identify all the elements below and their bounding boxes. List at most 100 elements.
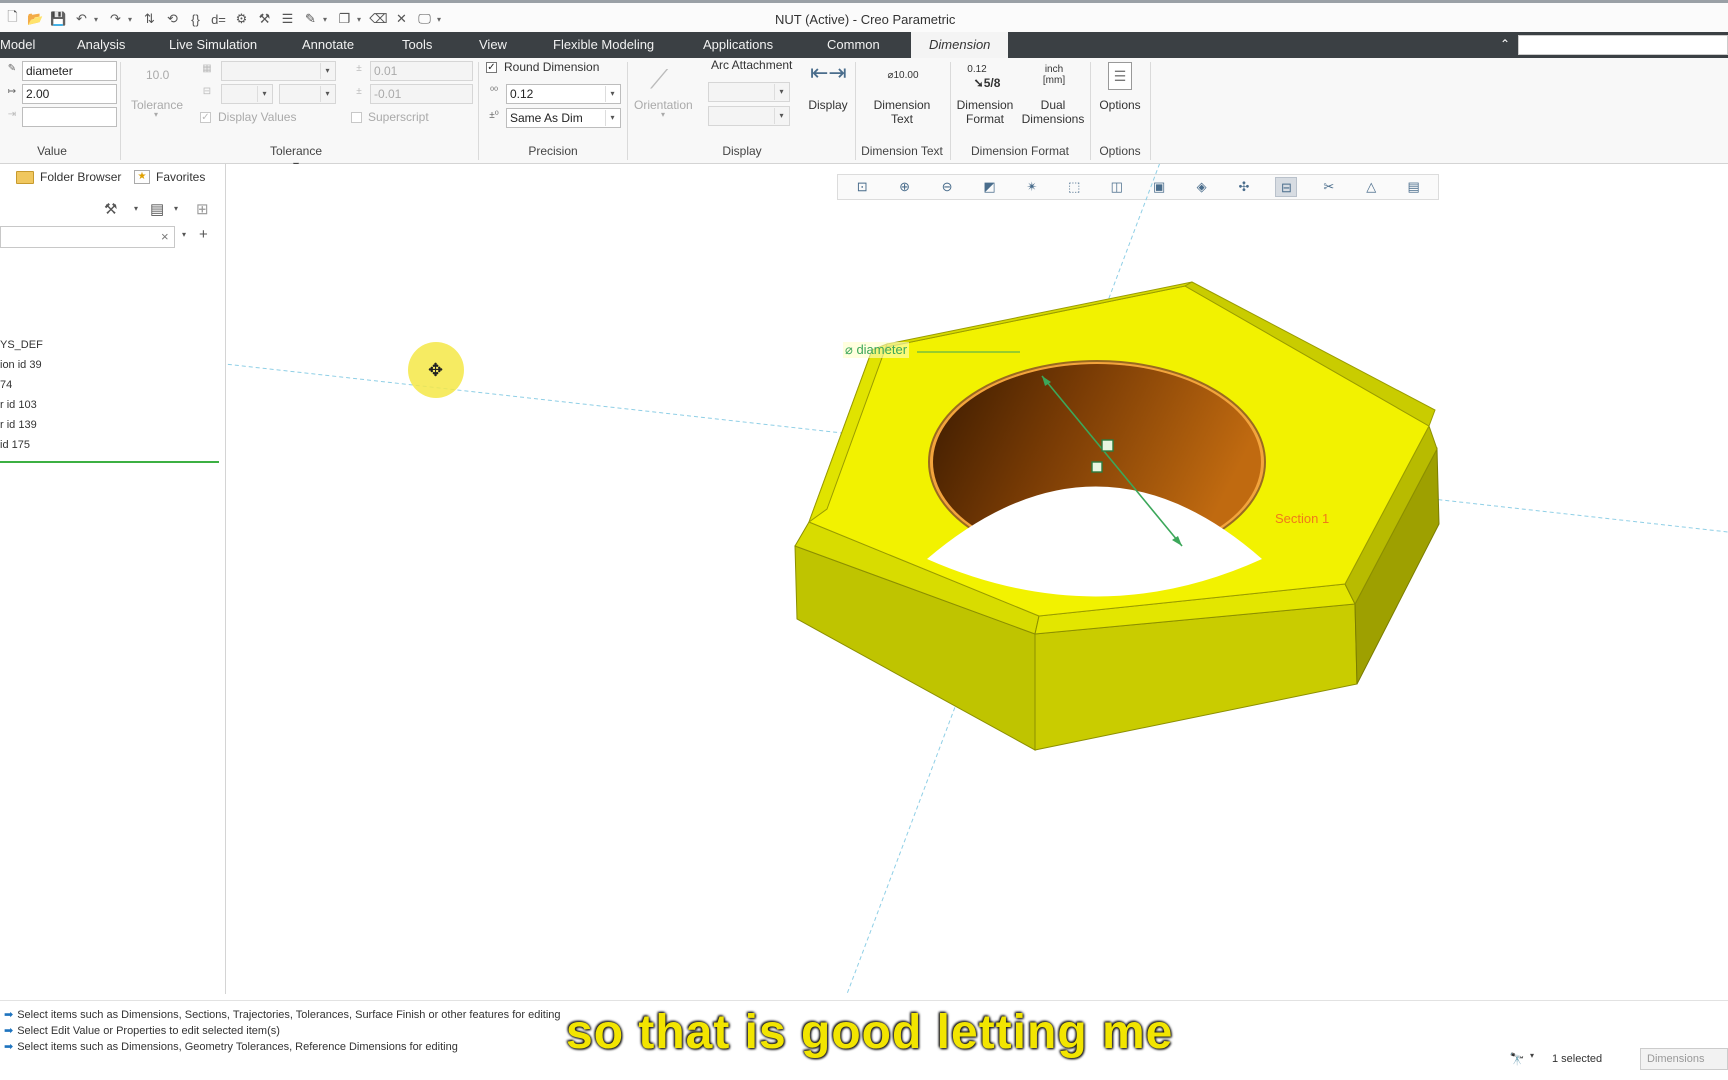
arc-attachment-offset-combo[interactable]: ▾ <box>708 106 790 126</box>
message-arrow-icon: ➡ <box>4 1025 14 1037</box>
tree-columns-icon[interactable]: ▤ <box>150 200 164 218</box>
tolerance-table-combo[interactable]: ▾ <box>221 61 336 81</box>
assembly-icon[interactable]: ⚒ <box>254 8 275 30</box>
tolerance-decimal-combo[interactable]: Same As Dim ▾ <box>506 108 621 128</box>
dimension-text-button[interactable]: Dimension Text <box>866 98 938 126</box>
find-icon[interactable]: 🔭 <box>1508 1050 1526 1068</box>
clear-search-icon[interactable]: × <box>161 229 169 244</box>
tolerance-grade-combo[interactable]: ▾ <box>279 84 336 104</box>
tree-settings-icon[interactable]: ⚒ <box>104 200 117 218</box>
ribbon-tab-bar: Model Analysis Live Simulation Annotate … <box>0 32 1728 58</box>
tree-settings-dropdown-icon[interactable]: ▾ <box>134 204 138 213</box>
separator <box>1150 62 1151 160</box>
windows-icon[interactable]: ❐ <box>334 8 355 30</box>
title-bar: 🗋 📂 💾 ↶ ▾ ↷ ▾ ⇅ ⟲ {} d= ⚙ ⚒ ☰ ✎ ▾ ❐ ▾ ⌫ … <box>0 0 1728 32</box>
tree-columns-dropdown-icon[interactable]: ▾ <box>174 204 178 213</box>
undo-dropdown-icon[interactable]: ▾ <box>94 15 103 24</box>
customize-qat-icon[interactable]: ▾ <box>437 15 446 24</box>
search-dropdown-icon[interactable]: ▾ <box>182 230 186 239</box>
redo-icon[interactable]: ↷ <box>105 8 126 30</box>
section-label[interactable]: Section 1 <box>1275 511 1329 526</box>
arc-attachment-combo[interactable]: ▾ <box>708 82 790 102</box>
relations-icon[interactable]: {} <box>185 8 206 30</box>
tolerance-class-combo[interactable]: ▾ <box>221 84 273 104</box>
tree-filter-icon[interactable]: ⊞ <box>196 200 209 218</box>
tab-dimension[interactable]: Dimension <box>911 32 1009 58</box>
superscript-checkbox[interactable] <box>351 112 362 123</box>
tab-favorites[interactable]: ★ Favorites <box>134 170 205 184</box>
ribbon-panel: ✎ diameter ↦ 2.00 ⇥ 10.0 Tolerance ▾ Val… <box>0 58 1728 172</box>
collapse-ribbon-icon[interactable]: ⌃ <box>1496 32 1514 58</box>
drag-handle[interactable] <box>1101 439 1114 452</box>
round-dimension-checkbox[interactable]: ✓ <box>486 62 497 73</box>
tab-live-simulation[interactable]: Live Simulation <box>169 32 257 58</box>
lower-tolerance-field[interactable]: -0.01 <box>370 84 473 104</box>
dimension-format-button[interactable]: Dimension Format <box>952 98 1018 126</box>
tab-analysis[interactable]: Analysis <box>77 32 125 58</box>
orientation-dropdown-icon[interactable]: ▾ <box>661 110 665 119</box>
graphics-window[interactable]: ⊡ ⊕ ⊖ ◩ ✴ ⬚ ◫ ▣ ◈ ✣ ⊟ ✂ △ ▤ ⌀ diameter S… <box>227 164 1728 994</box>
options-button[interactable]: Options <box>1094 98 1146 112</box>
dimension-value-field[interactable]: 2.00 <box>22 84 117 104</box>
separator <box>478 62 479 160</box>
display-icon[interactable]: 🖵 <box>414 8 435 30</box>
insert-here-indicator[interactable] <box>0 461 219 463</box>
sketch-icon[interactable]: ✎ <box>300 8 321 30</box>
window-title: NUT (Active) - Creo Parametric <box>775 12 956 27</box>
parameters-icon[interactable]: d= <box>208 8 229 30</box>
tree-item[interactable]: YS_DEF <box>0 339 43 351</box>
new-icon[interactable]: 🗋 <box>2 8 23 30</box>
tab-view[interactable]: View <box>479 32 507 58</box>
command-search-input[interactable] <box>1518 35 1728 55</box>
layers-icon[interactable]: ☰ <box>277 8 298 30</box>
message-line: ➡ Select items such as Dimensions, Sectio… <box>4 1008 561 1022</box>
tree-item[interactable]: 74 <box>0 379 12 391</box>
tab-tools[interactable]: Tools <box>402 32 432 58</box>
model-tree-search-input[interactable]: × <box>0 226 175 248</box>
dimension-text-icon[interactable]: ⌀10.00 <box>873 70 933 81</box>
orientation-icon[interactable]: ⟋ <box>650 64 668 96</box>
dimension-alt-field[interactable] <box>22 107 117 127</box>
tree-item[interactable]: r id 139 <box>0 419 37 431</box>
open-icon[interactable]: 📂 <box>25 8 46 30</box>
dual-dimensions-button[interactable]: Dual Dimensions <box>1018 98 1088 126</box>
tree-item[interactable]: ion id 39 <box>0 359 42 371</box>
tab-flexible-modeling[interactable]: Flexible Modeling <box>553 32 654 58</box>
undo-icon[interactable]: ↶ <box>71 8 92 30</box>
tab-folder-browser[interactable]: Folder Browser <box>16 170 121 184</box>
model-canvas <box>227 164 1728 994</box>
selection-filter[interactable]: Dimensions <box>1640 1048 1728 1070</box>
dimension-name-field[interactable]: diameter <box>22 61 117 81</box>
display-arrows-icon[interactable]: ⇤⇥ <box>810 60 847 86</box>
name-icon: ✎ <box>7 63 17 74</box>
upper-tolerance-field[interactable]: 0.01 <box>370 61 473 81</box>
redo-dropdown-icon[interactable]: ▾ <box>128 15 137 24</box>
save-icon[interactable]: 💾 <box>48 8 69 30</box>
decimal-places-combo[interactable]: 0.12 ▾ <box>506 84 621 104</box>
dimension-format-icon[interactable]: ➘5/8 <box>972 76 1002 90</box>
close-icon[interactable]: ✕ <box>391 8 412 30</box>
separator <box>1090 62 1091 160</box>
display-button-label[interactable]: Display <box>806 98 850 112</box>
tree-item[interactable]: id 175 <box>0 439 30 451</box>
dual-dimensions-icon[interactable]: inch [mm] <box>1036 64 1072 86</box>
windows-dropdown-icon[interactable]: ▾ <box>357 15 366 24</box>
options-icon[interactable]: ☰ <box>1108 62 1132 90</box>
family-table-icon[interactable]: ⚙ <box>231 8 252 30</box>
tab-annotate[interactable]: Annotate <box>302 32 354 58</box>
tab-model[interactable]: Model <box>0 32 35 58</box>
quick-access-toolbar: 🗋 📂 💾 ↶ ▾ ↷ ▾ ⇅ ⟲ {} d= ⚙ ⚒ ☰ ✎ ▾ ❐ ▾ ⌫ … <box>2 7 446 31</box>
switch-dimensions-icon[interactable]: ⟲ <box>162 8 183 30</box>
regenerate-icon[interactable]: ⇅ <box>139 8 160 30</box>
tab-common[interactable]: Common <box>827 32 880 58</box>
erase-icon[interactable]: ⌫ <box>368 8 389 30</box>
tolerance-dropdown-icon[interactable]: ▾ <box>154 110 158 119</box>
find-dropdown-icon[interactable]: ▾ <box>1530 1051 1534 1060</box>
diameter-dimension-label[interactable]: ⌀ diameter <box>843 342 910 358</box>
sketch-dropdown-icon[interactable]: ▾ <box>323 15 332 24</box>
tab-applications[interactable]: Applications <box>703 32 773 58</box>
add-item-icon[interactable]: + <box>199 226 208 243</box>
tree-item[interactable]: r id 103 <box>0 399 37 411</box>
drag-handle[interactable] <box>1091 461 1103 473</box>
display-values-checkbox[interactable]: ✓ <box>200 112 211 123</box>
